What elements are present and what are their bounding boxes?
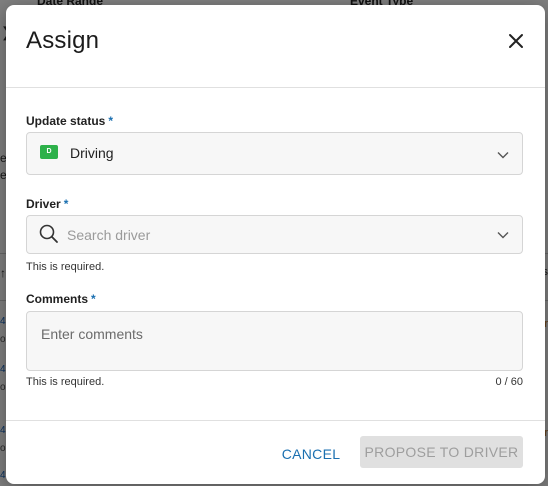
dialog-title: Assign	[26, 27, 100, 54]
chevron-down-icon	[497, 152, 509, 159]
cancel-button[interactable]: CANCEL	[276, 440, 346, 468]
required-asterisk: *	[63, 197, 69, 211]
propose-to-driver-button[interactable]: PROPOSE TO DRIVER	[360, 436, 523, 468]
comments-label-text: Comments	[26, 292, 89, 306]
comments-error-text: This is required.	[26, 376, 105, 388]
comments-field[interactable]	[26, 311, 523, 371]
comments-label: Comments *	[26, 292, 96, 306]
status-select[interactable]: D Driving	[26, 132, 523, 175]
driver-error-text: This is required.	[26, 261, 105, 273]
required-asterisk: *	[108, 114, 114, 128]
dialog-header: Assign	[6, 5, 545, 88]
search-icon	[39, 224, 58, 243]
driver-label: Driver *	[26, 197, 68, 211]
update-status-label-text: Update status	[26, 114, 106, 128]
driver-label-text: Driver	[26, 197, 61, 211]
driver-select[interactable]	[26, 215, 523, 254]
dialog-footer: CANCEL PROPOSE TO DRIVER	[6, 420, 545, 484]
chevron-down-icon[interactable]	[497, 231, 509, 239]
assign-dialog: Assign Update status * D Driving Driver * …	[6, 5, 545, 484]
close-icon	[509, 34, 523, 48]
driver-search-input[interactable]	[67, 225, 477, 245]
comments-textarea[interactable]	[41, 326, 501, 362]
driving-status-badge: D	[40, 145, 58, 159]
close-button[interactable]	[507, 32, 525, 50]
required-asterisk: *	[91, 292, 96, 306]
status-select-value: Driving	[70, 145, 114, 161]
update-status-label: Update status *	[26, 114, 113, 128]
character-counter: 0 / 60	[495, 376, 523, 388]
